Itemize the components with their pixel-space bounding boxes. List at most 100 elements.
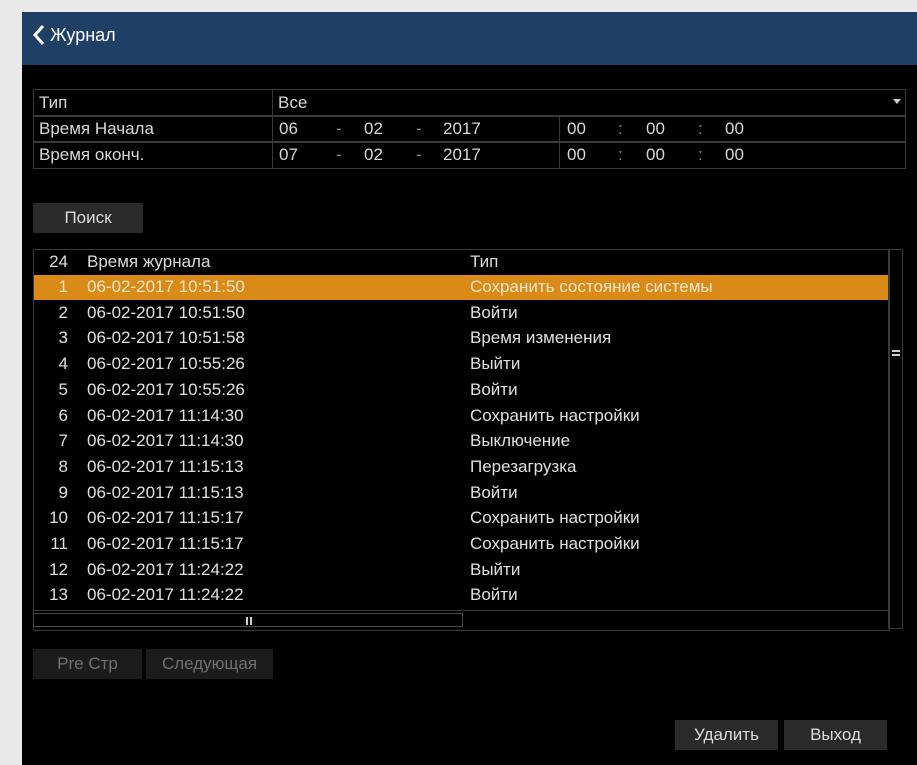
table-row[interactable]: 6 06-02-2017 11:14:30 Сохранить настройки [34, 404, 889, 429]
row-time: 06-02-2017 11:14:30 [87, 405, 244, 425]
start-year-field[interactable]: 2017 [443, 119, 481, 139]
type-select-value: Все [278, 93, 308, 112]
row-type: Войти [470, 379, 518, 399]
date-separator: - [416, 145, 422, 164]
record-count: 24 [49, 252, 68, 271]
end-hour-field[interactable]: 00 [567, 145, 586, 165]
table-row[interactable]: 13 06-02-2017 11:24:22 Войти [34, 583, 889, 608]
filter-type-label: Тип [39, 93, 68, 112]
table-row[interactable]: 9 06-02-2017 11:15:13 Войти [34, 481, 889, 506]
row-time: 06-02-2017 11:15:17 [87, 534, 244, 553]
delete-button[interactable]: Удалить [675, 720, 778, 750]
exit-button[interactable]: Выход [784, 720, 887, 750]
end-month-field[interactable]: 02 [364, 145, 383, 165]
next-page-button[interactable]: Следующая [146, 649, 273, 679]
scroll-grip-icon[interactable] [892, 350, 900, 356]
row-number: 2 [58, 302, 68, 322]
table-row[interactable]: 12 06-02-2017 11:24:22 Выйти [34, 558, 889, 583]
row-time: 06-02-2017 11:15:13 [87, 482, 244, 502]
dropdown-arrow-icon [893, 99, 901, 104]
table-row[interactable]: 11 06-02-2017 11:15:17 Сохранить настройки [34, 532, 889, 557]
row-time: 06-02-2017 10:51:50 [87, 277, 245, 296]
page-title: Журнал [50, 25, 116, 45]
row-number: 1 [58, 277, 68, 296]
divider [559, 116, 560, 142]
row-time: 06-02-2017 10:51:50 [87, 302, 245, 322]
filter-type-row: Тип Все [33, 89, 906, 117]
table-row[interactable]: 8 06-02-2017 11:15:13 Перезагрузка [34, 455, 889, 480]
table-row[interactable]: 1 06-02-2017 10:51:50 Сохранить состояние … [34, 275, 889, 300]
filter-start-row: Время Начала 06 - 02 - 2017 00 : 00 : 00 [33, 115, 906, 143]
row-type: Сохранить настройки [470, 508, 640, 528]
row-time: 06-02-2017 11:15:17 [87, 508, 244, 528]
start-month-field[interactable]: 02 [364, 119, 383, 139]
divider [559, 142, 560, 168]
start-day-field[interactable]: 06 [279, 119, 298, 139]
scroll-grip-icon[interactable] [246, 617, 252, 625]
column-header-time: Время журнала [87, 252, 211, 271]
divider [272, 116, 273, 142]
end-day-field[interactable]: 07 [279, 145, 298, 165]
row-number: 10 [49, 508, 68, 528]
row-type: Выйти [470, 559, 521, 579]
row-type: Перезагрузка [470, 456, 577, 476]
row-number: 9 [58, 482, 68, 502]
table-row[interactable]: 5 06-02-2017 10:55:26 Войти [34, 378, 889, 403]
title-bar: Журнал [22, 12, 917, 65]
row-time: 06-02-2017 10:55:26 [87, 379, 245, 399]
row-type: Войти [470, 585, 518, 605]
search-button[interactable]: Поиск [33, 203, 143, 233]
row-time: 06-02-2017 11:24:22 [87, 559, 244, 579]
row-number: 6 [58, 405, 68, 425]
row-number: 13 [49, 585, 68, 605]
row-number: 5 [58, 379, 68, 399]
row-type: Сохранить настройки [470, 534, 640, 553]
row-number: 11 [50, 534, 68, 553]
chevron-left-icon[interactable] [32, 24, 46, 46]
row-type: Войти [470, 302, 518, 322]
row-number: 8 [58, 456, 68, 476]
row-type: Сохранить состояние системы [470, 277, 713, 296]
table-header: 24 Время журнала Тип [34, 250, 889, 275]
table-row[interactable]: 4 06-02-2017 10:55:26 Выйти [34, 352, 889, 377]
start-hour-field[interactable]: 00 [567, 119, 586, 139]
row-type: Выключение [470, 431, 571, 451]
table-row[interactable]: 10 06-02-2017 11:15:17 Сохранить настройки [34, 506, 889, 531]
end-minute-field[interactable]: 00 [646, 145, 665, 165]
filter-end-label: Время оконч. [39, 145, 145, 164]
date-separator: - [336, 145, 342, 164]
filter-end-row: Время оконч. 07 - 02 - 2017 00 : 00 : 00 [33, 141, 906, 169]
horizontal-scrollbar[interactable] [33, 610, 888, 628]
table-row[interactable]: 2 06-02-2017 10:51:50 Войти [34, 301, 889, 326]
row-number: 7 [58, 431, 68, 451]
type-select[interactable]: Все [273, 90, 905, 116]
scroll-thumb[interactable] [33, 613, 463, 627]
prev-page-button[interactable]: Pre Стр [33, 649, 142, 679]
start-minute-field[interactable]: 00 [646, 119, 665, 139]
row-time: 06-02-2017 11:24:22 [87, 585, 244, 605]
row-time: 06-02-2017 11:14:30 [87, 431, 244, 451]
table-row[interactable]: 7 06-02-2017 11:14:30 Выключение [34, 429, 889, 454]
vertical-scrollbar[interactable] [888, 249, 903, 629]
date-separator: - [416, 119, 422, 138]
row-type: Время изменения [470, 328, 612, 348]
row-time: 06-02-2017 10:55:26 [87, 354, 245, 374]
time-separator: : [698, 145, 703, 164]
log-table: 24 Время журнала Тип 1 06-02-2017 10:51:5… [33, 249, 890, 631]
time-separator: : [618, 145, 623, 164]
filter-start-label: Время Начала [39, 119, 154, 138]
row-type: Войти [470, 482, 518, 502]
row-type: Сохранить настройки [470, 405, 640, 425]
end-year-field[interactable]: 2017 [443, 145, 481, 165]
row-time: 06-02-2017 11:15:13 [87, 456, 244, 476]
row-number: 3 [58, 328, 68, 348]
column-header-type: Тип [470, 252, 499, 271]
end-second-field[interactable]: 00 [725, 145, 744, 165]
start-second-field[interactable]: 00 [725, 119, 744, 139]
table-row[interactable]: 3 06-02-2017 10:51:58 Время изменения [34, 326, 889, 351]
date-separator: - [336, 119, 342, 138]
time-separator: : [698, 119, 703, 138]
time-separator: : [618, 119, 623, 138]
row-type: Выйти [470, 354, 521, 374]
row-number: 12 [49, 559, 68, 579]
